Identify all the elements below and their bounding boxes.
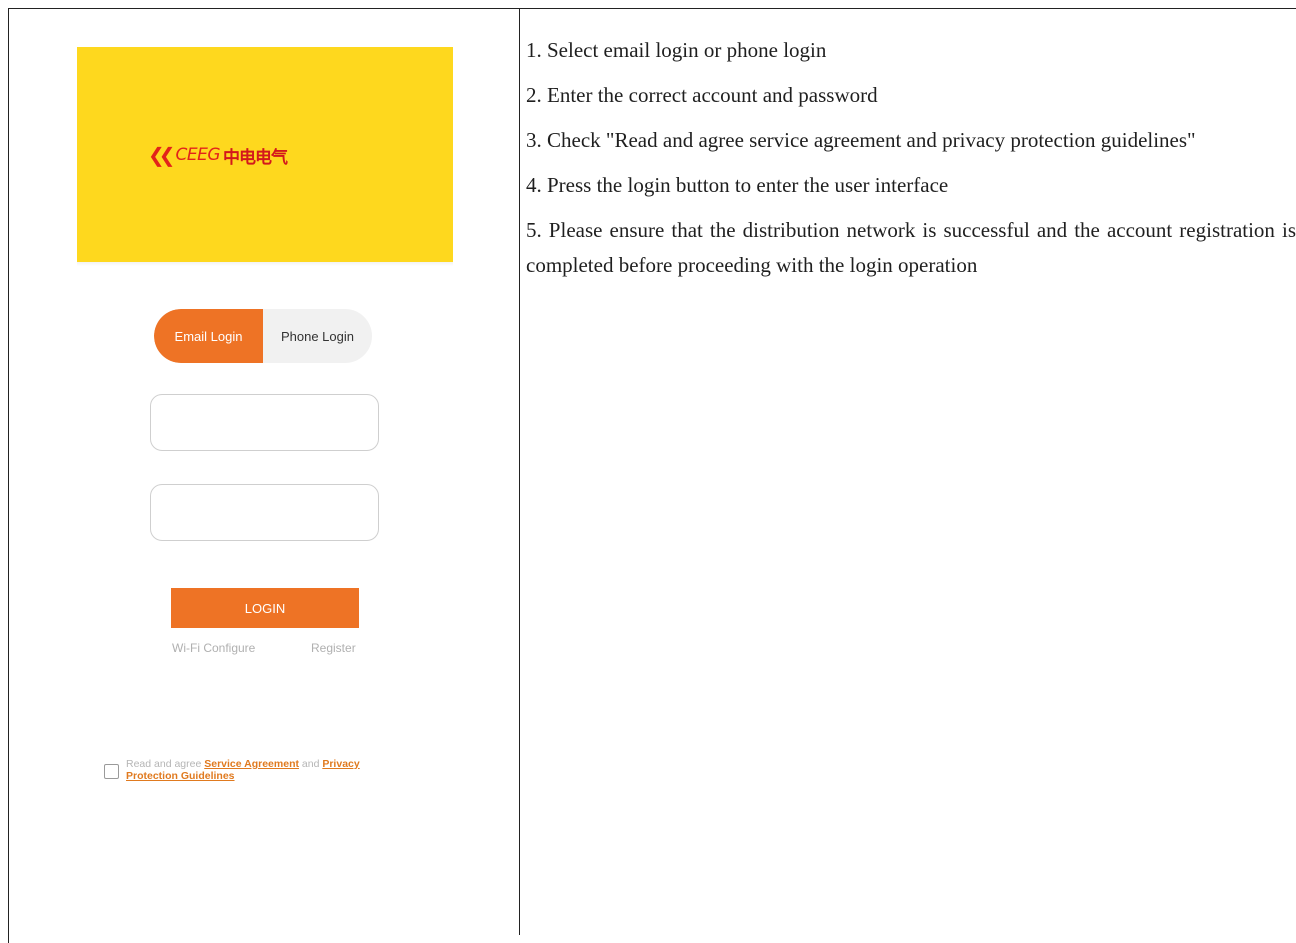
ceeg-logo: ❮❮ CEEG 中电电气 bbox=[148, 143, 288, 168]
agree-checkbox[interactable] bbox=[104, 764, 119, 779]
instruction-step-1: 1. Select email login or phone login bbox=[526, 38, 827, 62]
tab-phone-login[interactable]: Phone Login bbox=[263, 309, 372, 363]
wifi-configure-link[interactable]: Wi-Fi Configure bbox=[172, 641, 255, 655]
agreement-and: and bbox=[298, 758, 323, 770]
logo-chevron-icon: ❮❮ bbox=[148, 143, 175, 167]
login-button[interactable]: LOGIN bbox=[171, 588, 359, 628]
banner-shadow bbox=[77, 262, 453, 266]
instruction-step-2: 2. Enter the correct account and passwor… bbox=[526, 83, 878, 107]
instruction-step-4: 4. Press the login button to enter the u… bbox=[526, 173, 949, 197]
agreement-prefix: Read and agree bbox=[126, 758, 205, 770]
instruction-step-3: 3. Check "Read and agree service agreeme… bbox=[526, 128, 1196, 152]
password-field bbox=[150, 484, 379, 541]
tab-email-login[interactable]: Email Login bbox=[154, 309, 263, 363]
agreement-text: Read and agree Service Agreement and Pri… bbox=[126, 758, 394, 782]
logo-text-en: CEEG bbox=[175, 145, 221, 165]
password-input[interactable] bbox=[151, 485, 378, 540]
app-screenshot: ❮❮ CEEG 中电电气 Email Login Phone Login LOG… bbox=[77, 47, 453, 935]
email-input[interactable] bbox=[151, 395, 378, 450]
service-agreement-link[interactable]: Service Agreement bbox=[204, 758, 299, 770]
instruction-list: 1. Select email login or phone login 2. … bbox=[526, 33, 1296, 293]
email-field bbox=[150, 394, 379, 451]
login-mode-toggle: Email Login Phone Login bbox=[154, 309, 372, 363]
register-link[interactable]: Register bbox=[311, 641, 356, 655]
table-column-divider bbox=[519, 8, 520, 935]
instruction-step-5: 5. Please ensure that the distribution n… bbox=[526, 218, 1296, 277]
logo-text-cn: 中电电气 bbox=[223, 147, 288, 168]
agreement-row: Read and agree Service Agreement and Pri… bbox=[104, 758, 394, 782]
brand-banner: ❮❮ CEEG 中电电气 bbox=[77, 47, 453, 262]
